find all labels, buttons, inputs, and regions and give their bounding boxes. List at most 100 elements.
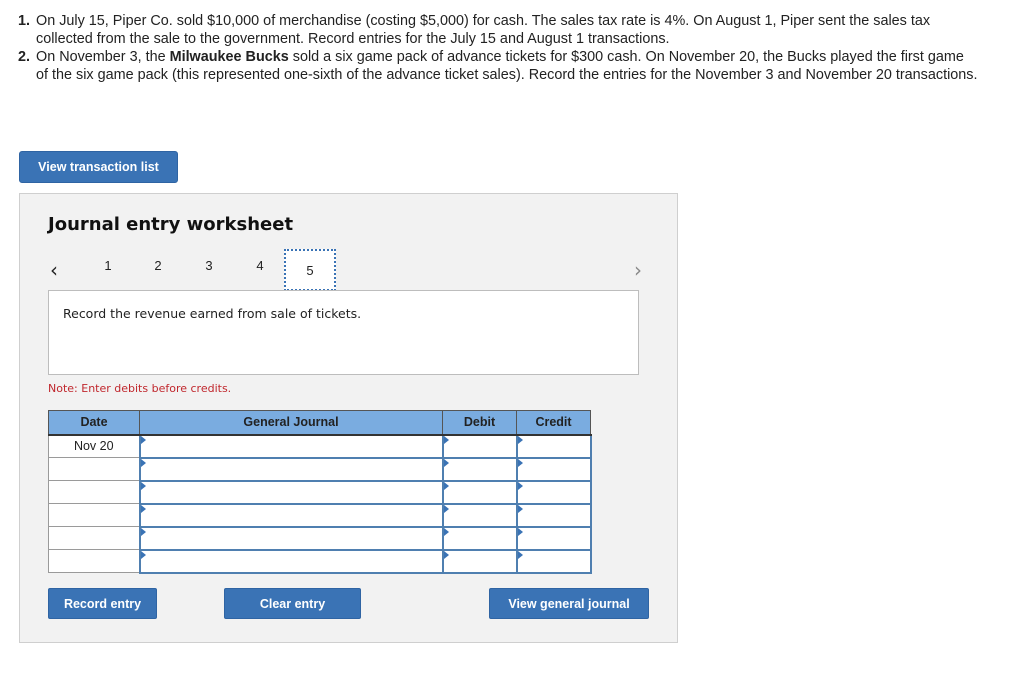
account-select[interactable] — [140, 458, 442, 480]
dropdown-indicator-icon — [443, 527, 449, 536]
debit-input[interactable] — [443, 504, 516, 526]
dropdown-indicator-icon — [517, 435, 523, 444]
journal-entry-worksheet: Journal entry worksheet ‹ 1 2 3 4 5 › Re… — [19, 193, 678, 643]
instruction-text: Record the revenue earned from sale of t… — [63, 306, 362, 321]
debit-cell — [441, 479, 518, 505]
credit-input[interactable] — [517, 481, 590, 503]
journal-row — [48, 525, 592, 551]
journal-row: Nov 20 — [48, 433, 592, 459]
credit-input[interactable] — [517, 527, 590, 549]
journal-row — [48, 479, 592, 505]
debit-input[interactable] — [443, 458, 516, 480]
worksheet-pager: ‹ 1 2 3 4 5 › — [20, 249, 677, 293]
credit-cell — [515, 548, 592, 574]
credit-cell — [515, 433, 592, 459]
date-cell[interactable] — [48, 480, 140, 504]
page-tab-4[interactable]: 4 — [250, 258, 270, 273]
debit-credit-note: Note: Enter debits before credits. — [48, 382, 232, 395]
dropdown-indicator-icon — [443, 504, 449, 513]
account-cell — [138, 548, 444, 574]
page-tab-3[interactable]: 3 — [199, 258, 219, 273]
dropdown-indicator-icon — [140, 458, 146, 467]
dropdown-indicator-icon — [517, 550, 523, 559]
account-select[interactable] — [140, 435, 442, 457]
account-select[interactable] — [140, 504, 442, 526]
account-cell — [138, 479, 444, 505]
date-column-header: Date — [48, 410, 140, 436]
date-cell[interactable] — [48, 457, 140, 481]
problem-text: On July 15, Piper Co. sold $10,000 of me… — [36, 12, 978, 48]
date-cell[interactable] — [48, 503, 140, 527]
credit-input[interactable] — [517, 504, 590, 526]
debit-cell — [441, 456, 518, 482]
credit-input[interactable] — [517, 550, 590, 572]
chevron-left-icon[interactable]: ‹ — [50, 258, 58, 282]
date-cell[interactable] — [48, 549, 140, 573]
debit-input[interactable] — [443, 527, 516, 549]
instruction-box: Record the revenue earned from sale of t… — [48, 290, 639, 375]
chevron-right-icon[interactable]: › — [634, 258, 642, 282]
date-cell: Nov 20 — [48, 434, 140, 458]
journal-table: Date General Journal Debit Credit Nov 20 — [48, 410, 592, 574]
worksheet-title: Journal entry worksheet — [48, 214, 294, 235]
credit-cell — [515, 479, 592, 505]
account-cell — [138, 433, 444, 459]
dropdown-indicator-icon — [443, 481, 449, 490]
general-journal-column-header: General Journal — [139, 410, 443, 436]
account-cell — [138, 502, 444, 528]
credit-cell — [515, 456, 592, 482]
account-select[interactable] — [140, 481, 442, 503]
account-select[interactable] — [140, 550, 442, 572]
dropdown-indicator-icon — [443, 435, 449, 444]
problem-number: 1. — [18, 13, 31, 29]
view-general-journal-button[interactable]: View general journal — [489, 588, 649, 619]
journal-row — [48, 456, 592, 482]
dropdown-indicator-icon — [140, 504, 146, 513]
problem-text-segment: On November 3, the — [36, 49, 170, 65]
dropdown-indicator-icon — [517, 504, 523, 513]
journal-body: Nov 20 — [48, 433, 592, 574]
dropdown-indicator-icon — [443, 458, 449, 467]
company-name: Milwaukee Bucks — [169, 49, 289, 65]
page-tab-2[interactable]: 2 — [148, 258, 168, 273]
clear-entry-button[interactable]: Clear entry — [224, 588, 361, 619]
account-cell — [138, 456, 444, 482]
journal-header-row: Date General Journal Debit Credit — [48, 410, 591, 436]
dropdown-indicator-icon — [517, 527, 523, 536]
debit-cell — [441, 525, 518, 551]
problem-number: 2. — [18, 49, 31, 65]
problem-list: 1. On July 15, Piper Co. sold $10,000 of… — [18, 12, 978, 84]
dropdown-indicator-icon — [517, 481, 523, 490]
credit-cell — [515, 525, 592, 551]
view-transaction-list-button[interactable]: View transaction list — [19, 151, 178, 183]
problem-1: 1. On July 15, Piper Co. sold $10,000 of… — [18, 12, 978, 48]
page-tab-1[interactable]: 1 — [98, 258, 118, 273]
debit-cell — [441, 433, 518, 459]
credit-column-header: Credit — [516, 410, 591, 436]
credit-input[interactable] — [517, 458, 590, 480]
account-select[interactable] — [140, 527, 442, 549]
date-cell[interactable] — [48, 526, 140, 550]
dropdown-indicator-icon — [140, 481, 146, 490]
dropdown-indicator-icon — [443, 550, 449, 559]
journal-row — [48, 548, 592, 574]
debit-cell — [441, 502, 518, 528]
debit-input[interactable] — [443, 550, 516, 572]
problem-text: On November 3, the Milwaukee Bucks sold … — [36, 48, 978, 84]
credit-cell — [515, 502, 592, 528]
page-tab-5[interactable]: 5 — [284, 249, 336, 291]
debit-cell — [441, 548, 518, 574]
account-cell — [138, 525, 444, 551]
dropdown-indicator-icon — [140, 527, 146, 536]
journal-row — [48, 502, 592, 528]
debit-input[interactable] — [443, 481, 516, 503]
problem-text-segment: On July 15, Piper Co. sold $10,000 of me… — [36, 13, 931, 47]
credit-input[interactable] — [517, 435, 590, 457]
record-entry-button[interactable]: Record entry — [48, 588, 157, 619]
dropdown-indicator-icon — [140, 550, 146, 559]
dropdown-indicator-icon — [517, 458, 523, 467]
debit-input[interactable] — [443, 435, 516, 457]
dropdown-indicator-icon — [140, 435, 146, 444]
debit-column-header: Debit — [442, 410, 517, 436]
problem-2: 2. On November 3, the Milwaukee Bucks so… — [18, 48, 978, 84]
